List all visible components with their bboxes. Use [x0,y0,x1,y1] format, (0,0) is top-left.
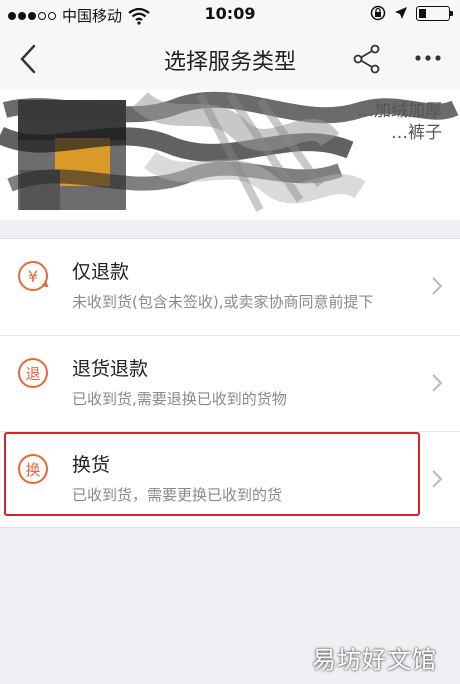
chevron-right-icon [432,277,443,295]
svg-text:退: 退 [25,365,40,383]
nav-bar: 选择服务类型 [0,28,460,90]
service-type-list: ¥ 仅退款 未收到货(包含未签收),或卖家协商同意前提下 退 退货退款 已收到货… [0,238,460,528]
option-title: 仅退款 [72,261,130,283]
watermark-text: 易坊好文馆 [312,646,437,674]
option-exchange[interactable]: 换 换货 已收到货，需要更换已收到的货 [0,431,460,527]
rotation-lock-icon [370,5,386,21]
battery-icon [416,5,453,21]
option-return-refund[interactable]: 退 退货退款 已收到货,需要退换已收到的货物 [0,335,460,431]
chevron-right-icon [432,470,443,488]
option-description: 已收到货,需要退换已收到的货物 [72,390,287,408]
svg-text:换: 换 [25,461,40,479]
more-dots-icon[interactable] [410,48,446,68]
product-card[interactable]: …加绒加厚 …裤子 [0,90,460,220]
location-icon [395,7,407,19]
return-refund-icon: 退 [18,358,48,388]
option-refund-only[interactable]: ¥ 仅退款 未收到货(包含未签收),或卖家协商同意前提下 [0,239,460,335]
option-description: 未收到货(包含未签收),或卖家协商同意前提下 [72,293,374,311]
option-title: 退货退款 [72,358,149,380]
product-title: …加绒加厚 …裤子 [357,100,442,144]
chevron-right-icon [432,374,443,392]
option-title: 换货 [72,454,111,476]
page-title: 选择服务类型 [163,50,296,75]
status-right [370,5,453,21]
svg-text:¥: ¥ [28,267,38,286]
product-title-line-2: …裤子 [391,123,442,143]
exchange-icon: 换 [18,454,48,484]
product-title-line-1: …加绒加厚 [357,101,442,121]
refund-yen-icon: ¥ [18,261,49,291]
option-description: 已收到货，需要更换已收到的货 [72,486,283,504]
status-bar: 中国移动 10:09 [0,0,460,28]
share-icon[interactable] [350,42,384,76]
